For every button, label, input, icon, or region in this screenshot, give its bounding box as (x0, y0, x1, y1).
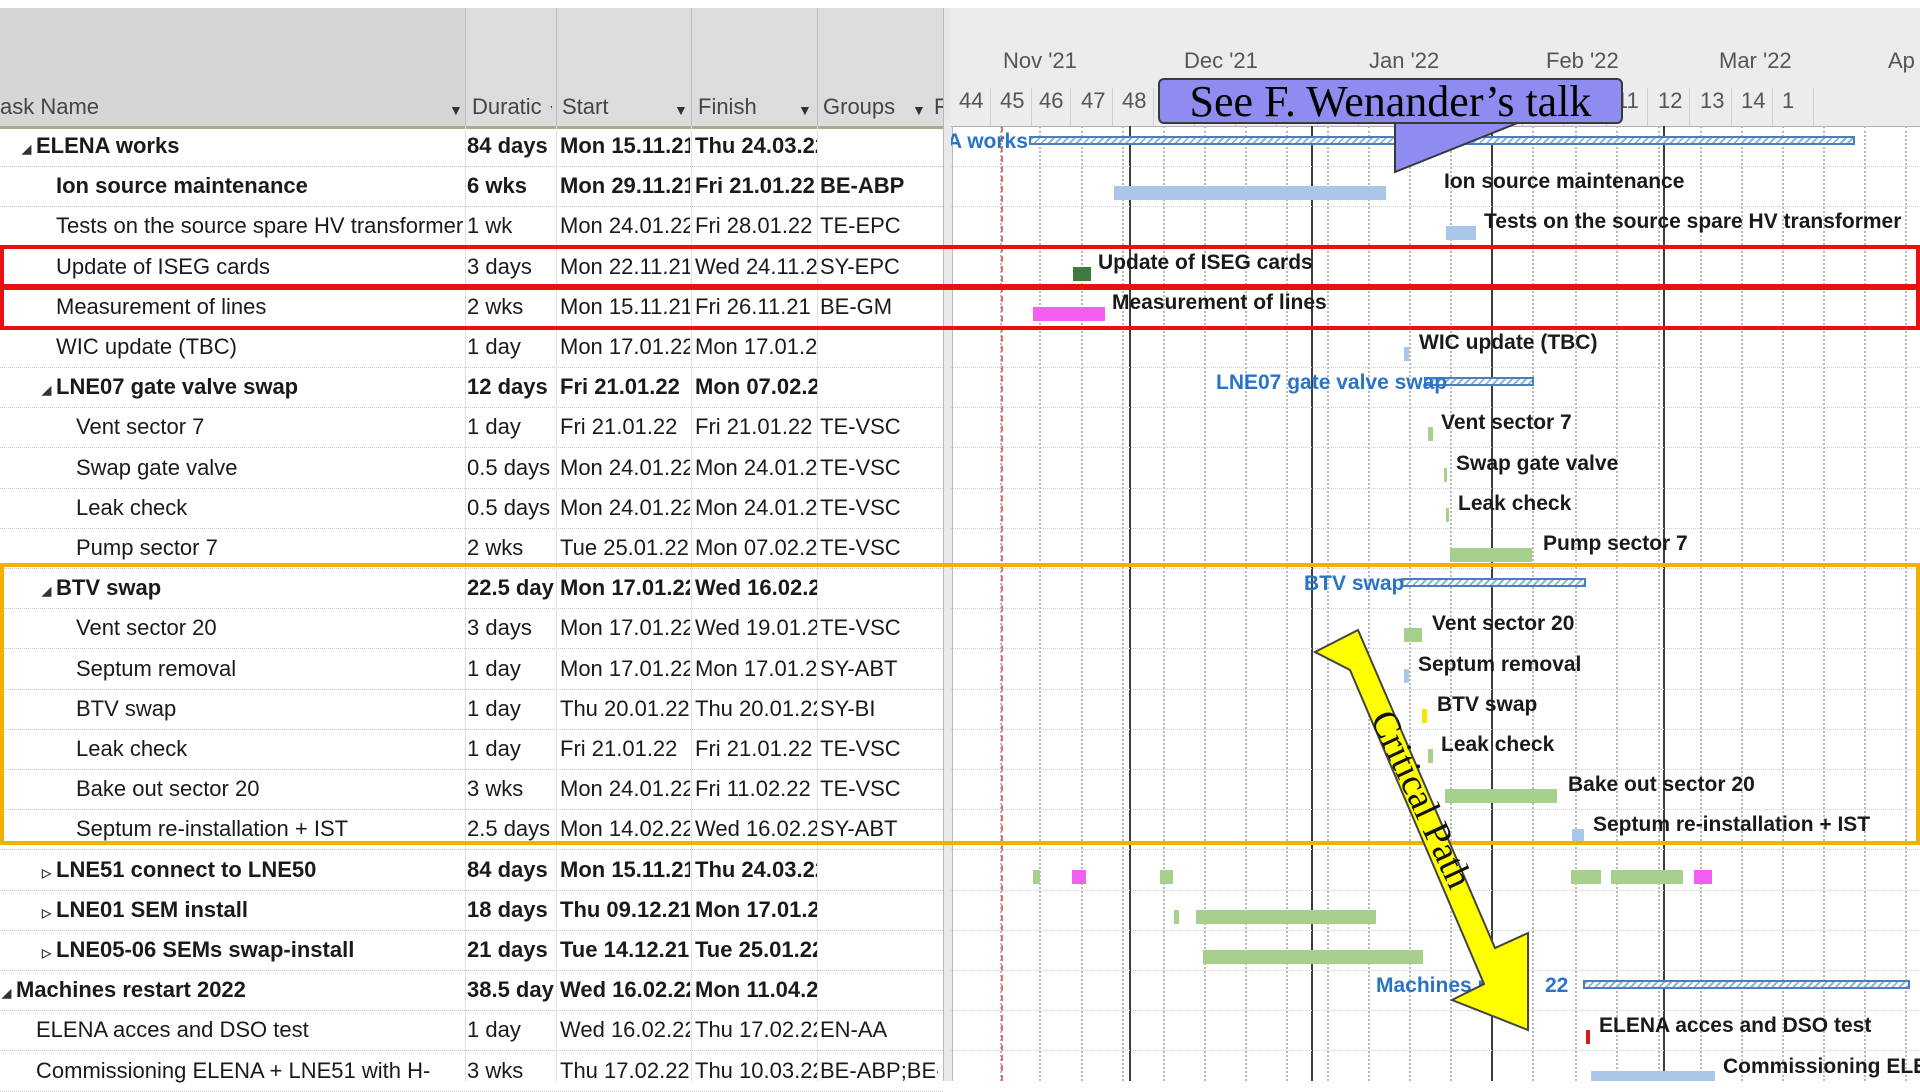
critical-path-label: Critical Path (1362, 704, 1481, 895)
critical-path-arrow: Critical Path (1312, 628, 1529, 1032)
